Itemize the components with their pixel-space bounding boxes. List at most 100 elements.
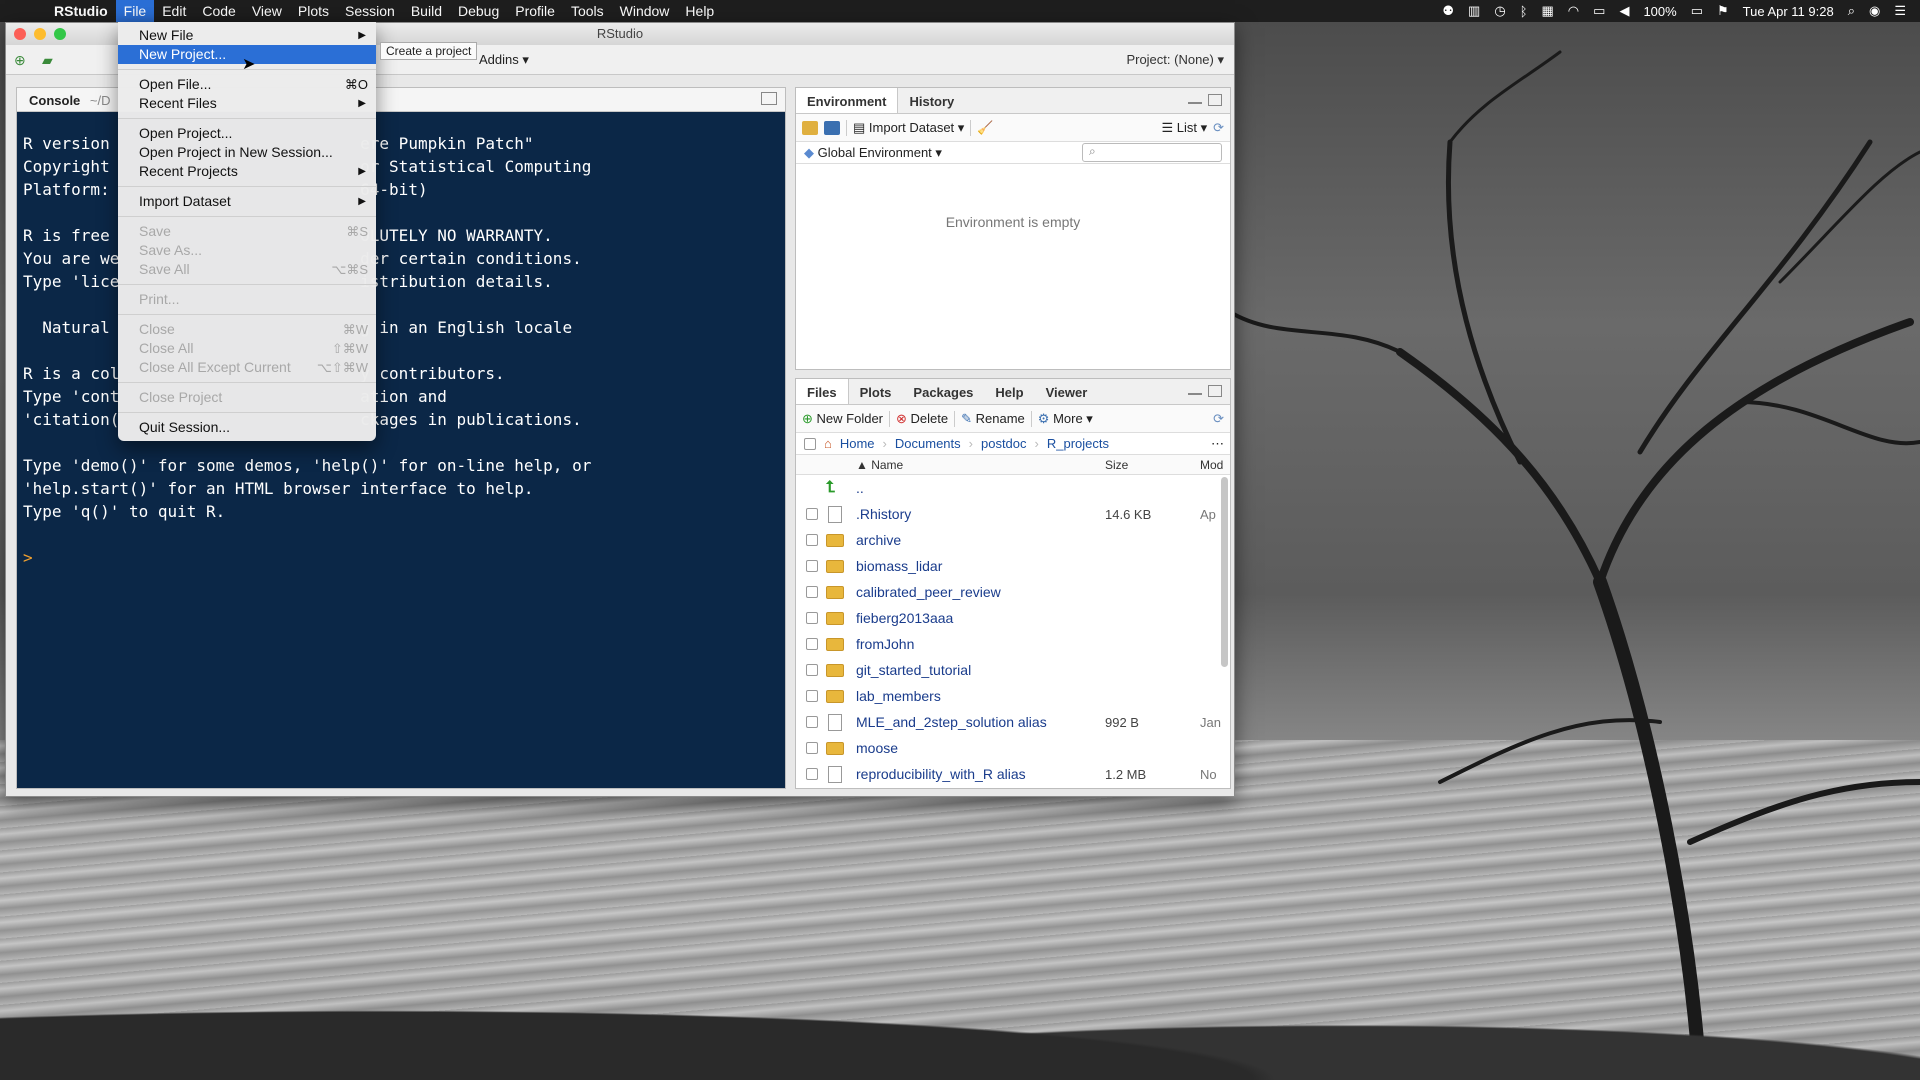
time-machine-icon[interactable]: ◷	[1494, 3, 1505, 19]
table-row[interactable]: biomass_lidar	[796, 553, 1230, 579]
tab-packages[interactable]: Packages	[902, 379, 984, 404]
row-checkbox[interactable]	[806, 638, 818, 650]
tab-history[interactable]: History	[898, 88, 965, 113]
clock[interactable]: Tue Apr 11 9:28	[1743, 4, 1834, 19]
menu-plots[interactable]: Plots	[290, 0, 337, 22]
row-checkbox[interactable]	[806, 560, 818, 572]
table-row[interactable]: moose	[796, 735, 1230, 761]
row-checkbox[interactable]	[806, 508, 818, 520]
console-path[interactable]: ~/D	[90, 93, 111, 108]
home-icon[interactable]: ⌂	[824, 436, 832, 451]
table-row[interactable]: .Rhistory 14.6 KB Ap	[796, 501, 1230, 527]
environment-search-input[interactable]: ⌕	[1082, 143, 1222, 162]
tab-plots[interactable]: Plots	[849, 379, 903, 404]
save-workspace-icon[interactable]	[824, 120, 840, 135]
new-folder-button[interactable]: ⊕ New Folder	[802, 411, 883, 427]
table-row[interactable]: git_started_tutorial	[796, 657, 1230, 683]
menu-item-import-dataset[interactable]: Import Dataset ▶	[118, 192, 376, 211]
column-name[interactable]: ▲ Name	[856, 458, 1105, 472]
file-name-link[interactable]: fieberg2013aaa	[856, 610, 1105, 626]
bluetooth-icon[interactable]: ᛒ	[1520, 4, 1528, 19]
open-project-icon[interactable]: ▰	[42, 52, 62, 68]
battery-percent[interactable]: 100%	[1643, 4, 1676, 19]
notification-center-icon[interactable]: ☰	[1894, 3, 1906, 19]
file-name-link[interactable]: .Rhistory	[856, 506, 1105, 522]
menu-item-new-file[interactable]: New File ▶	[118, 26, 376, 45]
menu-edit[interactable]: Edit	[154, 0, 194, 22]
table-row[interactable]: reproducibility_with_R alias 1.2 MB No	[796, 761, 1230, 787]
table-row[interactable]: lab_members	[796, 683, 1230, 709]
rename-button[interactable]: ✎ Rename	[961, 411, 1025, 427]
menu-session[interactable]: Session	[337, 0, 403, 22]
breadcrumb-postdoc[interactable]: postdoc	[981, 436, 1027, 451]
console-prompt[interactable]: >	[23, 548, 33, 567]
load-workspace-icon[interactable]	[802, 120, 818, 135]
breadcrumb-home[interactable]: Home	[840, 436, 875, 451]
menu-tools[interactable]: Tools	[563, 0, 612, 22]
minimize-pane-icon[interactable]	[1188, 385, 1202, 395]
table-row[interactable]: archive	[796, 527, 1230, 553]
refresh-icon[interactable]: ⟳	[1213, 411, 1224, 427]
breadcrumb-documents[interactable]: Documents	[895, 436, 961, 451]
menu-item-recent-files[interactable]: Recent Files ▶	[118, 94, 376, 113]
more-options-icon[interactable]: ⋯	[1211, 436, 1224, 452]
broom-clear-icon[interactable]: 🧹	[977, 120, 993, 136]
menu-item-open-project-in-new-session[interactable]: Open Project in New Session...	[118, 143, 376, 162]
delete-button[interactable]: ⊗ Delete	[896, 411, 948, 427]
table-row[interactable]: calibrated_peer_review	[796, 579, 1230, 605]
row-checkbox[interactable]	[806, 612, 818, 624]
list-view-button[interactable]: ☰ List ▾	[1161, 120, 1207, 136]
volume-icon[interactable]: ◀	[1619, 3, 1629, 19]
menu-app-name[interactable]: RStudio	[46, 0, 116, 22]
tab-environment[interactable]: Environment	[796, 88, 899, 113]
menu-item-open-project[interactable]: Open Project...	[118, 124, 376, 143]
menu-debug[interactable]: Debug	[450, 0, 507, 22]
menu-item-quit-session[interactable]: Quit Session...	[118, 418, 376, 437]
file-name-link[interactable]: ..	[856, 480, 1105, 496]
console-tab[interactable]: Console	[29, 93, 80, 108]
global-environment-dropdown[interactable]: ◆ Global Environment ▾	[804, 145, 942, 161]
column-modified[interactable]: Mod	[1200, 458, 1230, 472]
file-name-link[interactable]: reproducibility_with_R alias	[856, 766, 1105, 782]
row-checkbox[interactable]	[806, 742, 818, 754]
wifi-icon[interactable]: ◠	[1568, 3, 1579, 19]
tab-files[interactable]: Files	[796, 379, 849, 404]
row-checkbox[interactable]	[806, 534, 818, 546]
close-window-button[interactable]	[14, 28, 26, 40]
spotlight-search-icon[interactable]: ⌕	[1848, 3, 1855, 19]
table-row[interactable]: fromJohn	[796, 631, 1230, 657]
project-menu[interactable]: Project: (None) ▾	[1126, 52, 1224, 68]
menu-item-recent-projects[interactable]: Recent Projects ▶	[118, 162, 376, 181]
import-dataset-button[interactable]: ▤ Import Dataset ▾	[853, 120, 964, 136]
minimize-window-button[interactable]	[34, 28, 46, 40]
menu-window[interactable]: Window	[612, 0, 678, 22]
breadcrumb-r-projects[interactable]: R_projects	[1047, 436, 1109, 451]
file-name-link[interactable]: fromJohn	[856, 636, 1105, 652]
new-file-icon[interactable]: ⊕	[14, 52, 34, 68]
windows-layout-icon[interactable]: ▥	[1468, 3, 1480, 19]
airplay-icon[interactable]: ▭	[1593, 3, 1605, 19]
menu-build[interactable]: Build	[403, 0, 450, 22]
maximize-pane-icon[interactable]	[761, 92, 777, 105]
tab-help[interactable]: Help	[984, 379, 1034, 404]
table-row[interactable]: fieberg2013aaa	[796, 605, 1230, 631]
select-all-checkbox[interactable]	[804, 437, 816, 450]
table-row[interactable]: MLE_and_2step_solution alias 992 B Jan	[796, 709, 1230, 735]
file-name-link[interactable]: MLE_and_2step_solution alias	[856, 714, 1105, 730]
minimize-pane-icon[interactable]	[1188, 94, 1202, 104]
row-checkbox[interactable]	[806, 768, 818, 780]
menu-file[interactable]: File	[115, 0, 155, 22]
menu-item-open-file[interactable]: Open File... ⌘O	[118, 75, 376, 94]
keyboard-icon[interactable]: ▦	[1542, 3, 1554, 19]
row-checkbox[interactable]	[806, 690, 818, 702]
refresh-icon[interactable]: ⟳	[1213, 120, 1224, 136]
siri-icon[interactable]: ◉	[1869, 3, 1880, 19]
column-size[interactable]: Size	[1105, 458, 1200, 472]
menu-view[interactable]: View	[244, 0, 290, 22]
file-name-link[interactable]: calibrated_peer_review	[856, 584, 1105, 600]
zoom-window-button[interactable]	[54, 28, 66, 40]
row-checkbox[interactable]	[806, 664, 818, 676]
flag-icon[interactable]: ⚑	[1717, 3, 1729, 19]
addins-menu[interactable]: Addins ▾	[479, 52, 529, 68]
table-row[interactable]: ⮤..	[796, 475, 1230, 501]
